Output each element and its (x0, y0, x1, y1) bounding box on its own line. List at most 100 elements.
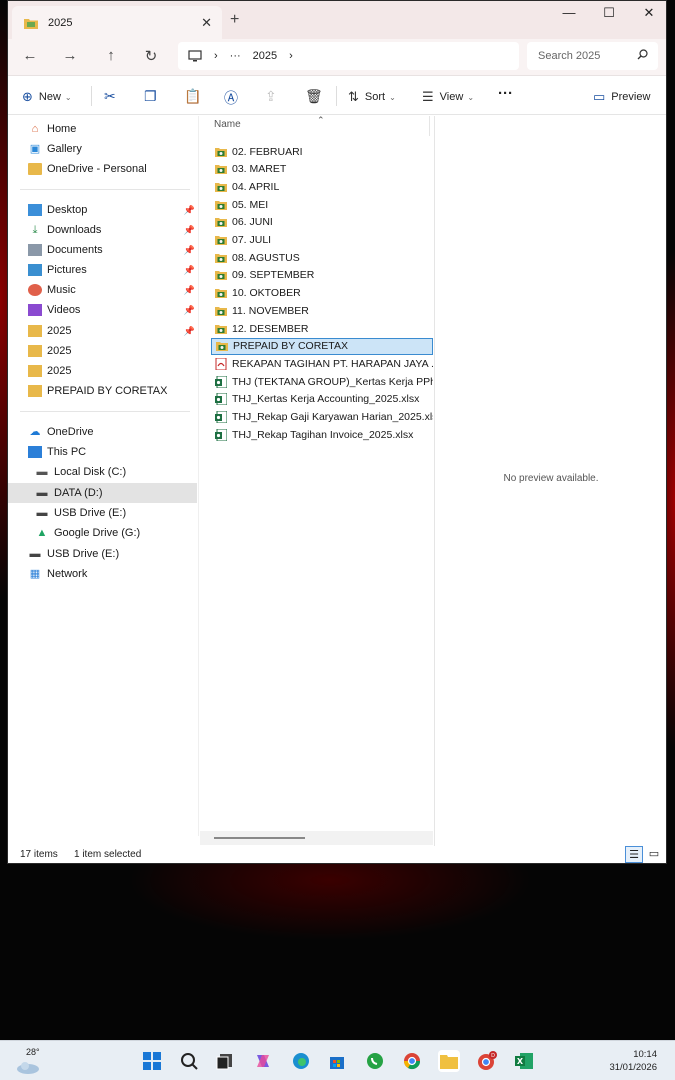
refresh-button[interactable]: ↻ (140, 47, 162, 65)
search-icon[interactable] (178, 1050, 200, 1072)
chrome-icon[interactable] (401, 1050, 423, 1072)
file-row[interactable]: THJ_Rekap Gaji Karyawan Harian_2025.xlsx (211, 409, 433, 426)
folder-icon (216, 342, 228, 352)
sidebar-item-pictures[interactable]: Pictures 📌 (8, 260, 197, 280)
file-name: 12. DESEMBER (232, 322, 309, 335)
sidebar-item-onedrive[interactable]: ☁ OneDrive (8, 422, 197, 442)
file-row[interactable]: 06. JUNI (211, 214, 433, 231)
new-button[interactable]: ⊕ New ⌄ (22, 89, 72, 105)
file-row[interactable]: 02. FEBRUARI (211, 143, 433, 160)
more-options-icon[interactable]: ··· (498, 85, 513, 102)
file-row[interactable]: 03. MARET (211, 161, 433, 178)
file-row[interactable]: 11. NOVEMBER (211, 302, 433, 319)
sidebar-item-network[interactable]: ▦ Network (8, 564, 197, 584)
close-tab-icon[interactable]: ✕ (201, 15, 212, 31)
sidebar-item-this-pc[interactable]: This PC (8, 442, 197, 462)
task-view-icon[interactable] (214, 1050, 236, 1072)
store-icon[interactable] (326, 1050, 348, 1072)
rename-icon[interactable]: Ⓐ (224, 88, 238, 108)
sidebar-item-data-d[interactable]: ▬ DATA (D:) (8, 483, 197, 503)
file-name: THJ_Rekap Tagihan Invoice_2025.xlsx (232, 428, 414, 441)
navigation-bar: ← → ↑ ↻ › ··· 2025 › Search 2025 (8, 39, 666, 75)
sidebar-item-label: Home (47, 123, 77, 135)
whatsapp-icon[interactable] (364, 1050, 386, 1072)
details-view-icon[interactable]: ☰ (625, 846, 643, 863)
new-tab-button[interactable]: + (230, 11, 239, 29)
up-button[interactable]: ↑ (100, 47, 122, 64)
sidebar-item-gallery[interactable]: ▣ Gallery (8, 139, 197, 159)
share-icon[interactable]: ⇪ (265, 88, 277, 105)
tab-2025[interactable]: 2025 ✕ (12, 6, 222, 39)
copy-icon[interactable]: ❐ (144, 88, 157, 105)
back-button[interactable]: ← (19, 47, 41, 64)
pin-icon: 📌 (183, 244, 195, 255)
copilot-icon[interactable] (252, 1050, 274, 1072)
folder-icon (215, 289, 227, 299)
breadcrumb-2025[interactable]: 2025 (253, 50, 277, 62)
file-row[interactable]: 10. OKTOBER (211, 285, 433, 302)
sidebar-item-home[interactable]: ⌂ Home (8, 119, 197, 139)
sidebar-item-2025[interactable]: 2025 (8, 361, 197, 381)
column-header-name[interactable]: Name (214, 119, 241, 130)
file-name: 06. JUNI (232, 216, 273, 229)
folder-icon (215, 324, 227, 334)
weather-widget[interactable]: 28° (16, 1047, 46, 1074)
preview-button[interactable]: ▭ Preview (593, 89, 650, 105)
file-row[interactable]: 05. MEI (211, 196, 433, 213)
address-bar[interactable]: › ··· 2025 › (178, 42, 519, 70)
file-row[interactable]: PREPAID BY CORETAX (211, 337, 433, 355)
delete-icon[interactable]: 🗑 (305, 88, 323, 105)
paste-icon[interactable]: 📋 (184, 88, 201, 105)
sidebar-item-local-disk-c[interactable]: ▬ Local Disk (C:) (8, 462, 197, 482)
file-explorer-taskbar-icon[interactable] (438, 1050, 460, 1072)
sidebar-item-music[interactable]: Music 📌 (8, 280, 197, 300)
large-icons-view-icon[interactable]: ▭ (645, 846, 663, 863)
sidebar-item-onedrive-personal[interactable]: OneDrive - Personal (8, 159, 197, 179)
sidebar-item-prepaid-by-coretax[interactable]: PREPAID BY CORETAX (8, 381, 197, 401)
sort-button[interactable]: ⇅ Sort ⌄ (348, 89, 396, 105)
minimize-button[interactable]: — (554, 5, 584, 20)
sidebar-item-2025[interactable]: 2025 (8, 341, 197, 361)
pin-icon: 📌 (183, 204, 195, 215)
svg-text:X: X (517, 1057, 524, 1066)
breadcrumb-chevron-end[interactable]: › (289, 50, 293, 62)
start-icon[interactable] (141, 1050, 163, 1072)
forward-button[interactable]: → (59, 47, 81, 64)
file-row[interactable]: THJ_Kertas Kerja Accounting_2025.xlsx (211, 391, 433, 408)
search-input[interactable]: Search 2025 (527, 42, 658, 70)
file-row[interactable]: THJ_Rekap Tagihan Invoice_2025.xlsx (211, 426, 433, 443)
sidebar-item-downloads[interactable]: ⤓ Downloads 📌 (8, 220, 197, 240)
horizontal-scrollbar[interactable] (200, 831, 433, 845)
tab-title: 2025 (48, 16, 73, 29)
maximize-button[interactable]: ☐ (594, 5, 624, 21)
desktop-icon (28, 204, 42, 216)
sidebar-item-2025[interactable]: 2025 📌 (8, 321, 197, 341)
file-row[interactable]: REKAPAN TAGIHAN PT. HARAPAN JAYA ... (211, 355, 433, 372)
system-clock[interactable]: 10:14 31/01/2026 (609, 1048, 657, 1074)
chrome-profile-icon[interactable]: D (476, 1050, 498, 1072)
status-bar: 17 items 1 item selected ☰ ▭ (8, 846, 666, 863)
breadcrumb-ellipsis[interactable]: ··· (230, 50, 241, 62)
file-row[interactable]: 08. AGUSTUS (211, 249, 433, 266)
file-row[interactable]: 09. SEPTEMBER (211, 267, 433, 284)
selection-count: 1 item selected (74, 849, 142, 860)
preview-message: No preview available. (503, 473, 599, 484)
edge-icon[interactable] (290, 1050, 312, 1072)
excel-icon[interactable]: X (513, 1050, 535, 1072)
close-window-button[interactable]: ✕ (634, 5, 664, 21)
breadcrumb-chevron[interactable]: › (214, 50, 218, 62)
sidebar-item-documents[interactable]: Documents 📌 (8, 240, 197, 260)
cut-icon[interactable]: ✂ (104, 88, 116, 105)
file-row[interactable]: THJ (TEKTANA GROUP)_Kertas Kerja PPh ... (211, 373, 433, 390)
sidebar-item-desktop[interactable]: Desktop 📌 (8, 200, 197, 220)
svg-text:D: D (491, 1053, 495, 1059)
file-row[interactable]: 12. DESEMBER (211, 320, 433, 337)
sidebar-item-usb-drive-e-root[interactable]: ▬ USB Drive (E:) (8, 544, 197, 564)
sidebar-item-videos[interactable]: Videos 📌 (8, 300, 197, 320)
view-button[interactable]: ☰ View ⌄ (422, 89, 474, 105)
sidebar-item-usb-drive-e[interactable]: ▬ USB Drive (E:) (8, 503, 197, 523)
file-name: THJ_Rekap Gaji Karyawan Harian_2025.xlsx (232, 411, 433, 423)
file-row[interactable]: 07. JULI (211, 232, 433, 249)
file-row[interactable]: 04. APRIL (211, 178, 433, 195)
sidebar-item-google-drive-g[interactable]: ▲ Google Drive (G:) (8, 523, 197, 543)
